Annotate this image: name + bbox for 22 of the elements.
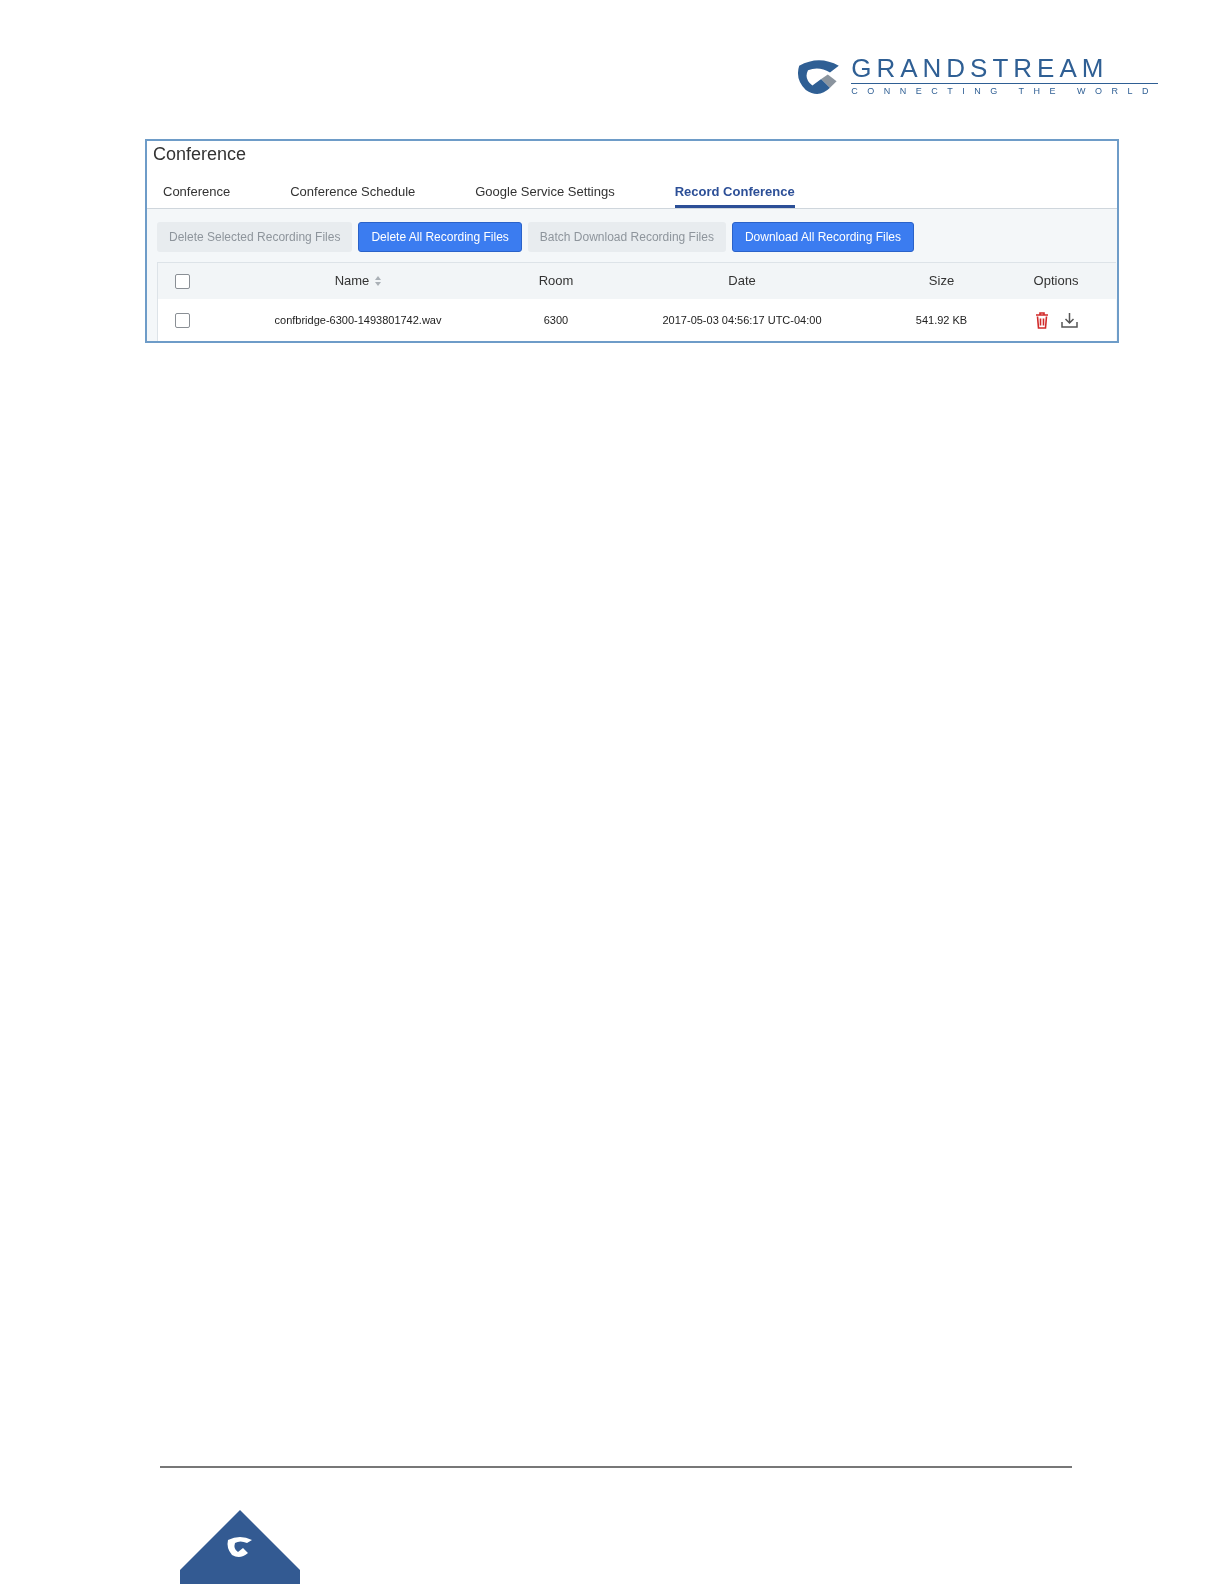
tab[interactable]: Conference — [163, 179, 231, 208]
logo-wordmark: GRANDSTREAM — [851, 55, 1110, 81]
logo-tagline: CONNECTING THE WORLD — [851, 83, 1158, 98]
action-button[interactable]: Delete All Recording Files — [358, 222, 522, 252]
delete-icon[interactable] — [1034, 311, 1049, 329]
panel-title: Conference — [153, 143, 248, 166]
column-header[interactable]: Name — [334, 271, 382, 291]
table-cell-text: confbridge-6300-1493801742.wav — [274, 312, 442, 328]
action-button[interactable]: Download All Recording Files — [731, 222, 914, 252]
column-header: Size — [928, 272, 955, 291]
table-cell-text: 541.92 KB — [915, 312, 968, 328]
column-header: Date — [728, 272, 756, 291]
tab[interactable]: Google Service Settings — [475, 179, 615, 208]
tab[interactable]: Conference Schedule — [290, 179, 416, 208]
sort-icon[interactable] — [375, 276, 382, 286]
table-cell-text: 2017-05-03 04:56:17 UTC-04:00 — [662, 312, 822, 328]
column-header: Room — [538, 272, 574, 291]
checkbox[interactable] — [174, 312, 190, 328]
download-icon[interactable] — [1060, 311, 1078, 328]
table-cell-text: 6300 — [543, 312, 569, 328]
checkbox[interactable] — [174, 273, 190, 289]
column-header: Options — [1033, 272, 1079, 291]
